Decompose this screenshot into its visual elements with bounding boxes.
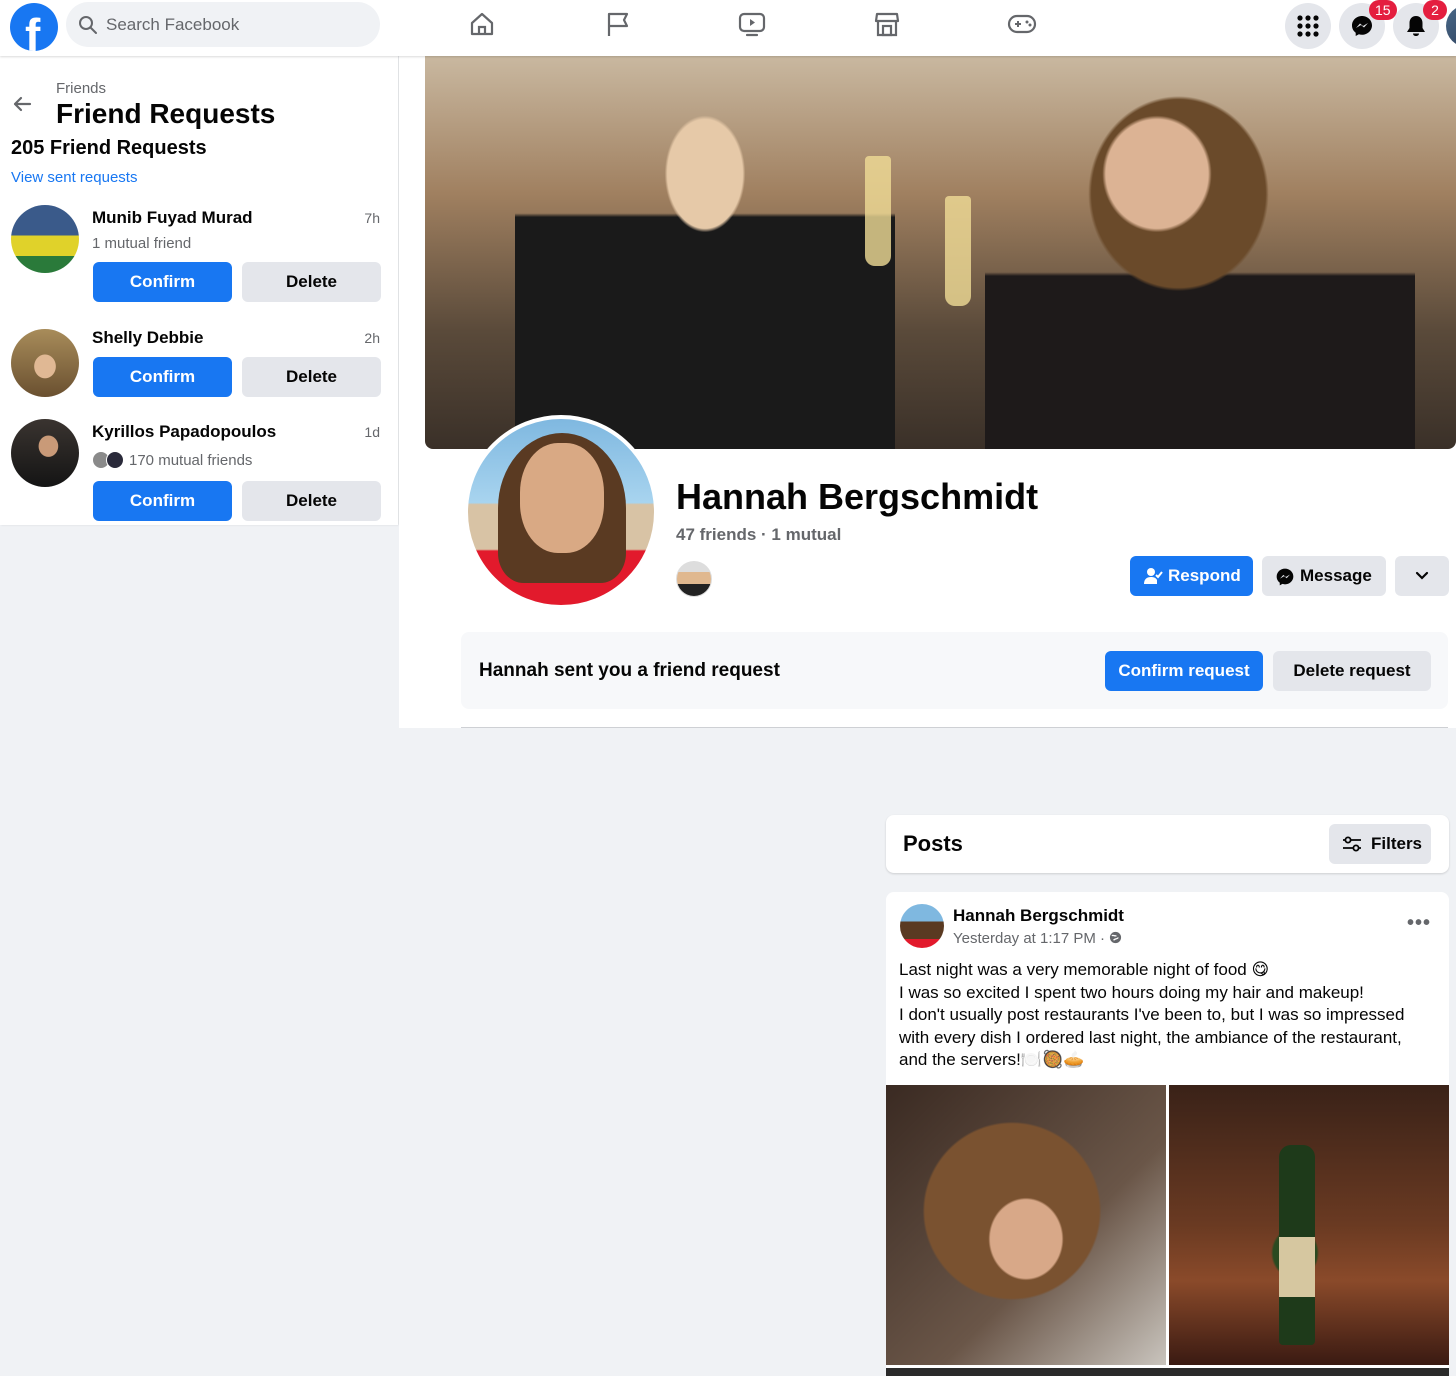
requester-name[interactable]: Munib Fuyad Murad	[92, 208, 253, 228]
confirm-request-button[interactable]: Confirm request	[1105, 651, 1263, 691]
avatar[interactable]	[11, 205, 79, 273]
notifications-button[interactable]: 2	[1393, 0, 1447, 49]
filters-button[interactable]: Filters	[1329, 824, 1431, 864]
avatar[interactable]	[900, 904, 944, 948]
mutual-friend-avatar[interactable]	[676, 561, 712, 597]
menu-grid-icon	[1297, 15, 1319, 37]
panel-title: Friend Requests	[56, 98, 276, 129]
post-photo[interactable]	[886, 1085, 1166, 1365]
delete-button[interactable]: Delete	[242, 262, 381, 302]
chevron-down-icon	[1415, 571, 1429, 580]
messenger-icon	[1276, 568, 1294, 586]
back-arrow-icon[interactable]	[10, 92, 34, 116]
mutual-friend-avatar	[106, 451, 124, 469]
search-box[interactable]	[66, 2, 380, 47]
notifications-badge: 2	[1423, 0, 1447, 20]
friend-request-banner: Hannah sent you a friend request Confirm…	[461, 632, 1448, 709]
messenger-badge: 15	[1369, 0, 1397, 20]
globe-icon	[1110, 931, 1122, 944]
filters-icon	[1343, 836, 1361, 852]
post-card: Hannah Bergschmidt Yesterday at 1:17 PM …	[886, 892, 1449, 1376]
mutual-friends[interactable]: 170 mutual friends	[129, 452, 252, 469]
request-message: Hannah sent you a friend request	[479, 660, 780, 681]
messenger-icon	[1352, 16, 1372, 36]
request-time: 1d	[364, 424, 380, 440]
search-icon	[79, 16, 97, 34]
profile-name: Hannah Bergschmidt	[676, 476, 1039, 517]
menu-grid-button[interactable]	[1285, 3, 1331, 49]
post-options-button[interactable]: •••	[1407, 912, 1431, 935]
cover-photo[interactable]	[425, 56, 1456, 449]
watch-icon[interactable]	[738, 10, 768, 40]
message-button[interactable]: Message	[1262, 556, 1386, 596]
delete-button[interactable]: Delete	[242, 481, 381, 521]
friend-requests-panel: Friends Friend Requests 205 Friend Reque…	[0, 56, 398, 525]
respond-button[interactable]: Respond	[1130, 556, 1253, 596]
more-options-button[interactable]	[1395, 556, 1449, 596]
mutual-friends[interactable]: 1 mutual friend	[92, 235, 191, 252]
search-input[interactable]	[106, 2, 366, 47]
confirm-button[interactable]: Confirm	[93, 481, 232, 521]
request-count: 205 Friend Requests	[11, 137, 207, 159]
divider	[461, 727, 1448, 728]
gaming-icon[interactable]	[1007, 10, 1037, 40]
request-time: 7h	[364, 210, 380, 226]
breadcrumb[interactable]: Friends	[56, 80, 106, 97]
confirm-button[interactable]: Confirm	[93, 357, 232, 397]
avatar[interactable]	[11, 419, 79, 487]
posts-header: Posts Filters	[886, 815, 1449, 873]
request-time: 2h	[364, 330, 380, 346]
post-text: Last night was a very memorable night of…	[899, 960, 1405, 1069]
post-author[interactable]: Hannah Bergschmidt	[953, 906, 1124, 926]
bell-icon	[1407, 16, 1425, 36]
view-sent-requests-link[interactable]: View sent requests	[11, 169, 137, 186]
marketplace-icon[interactable]	[873, 10, 903, 40]
post-timestamp[interactable]: Yesterday at 1:17 PM ·	[953, 930, 1122, 947]
account-avatar[interactable]	[1446, 5, 1456, 47]
posts-title: Posts	[903, 831, 963, 856]
profile-picture[interactable]	[464, 415, 658, 609]
requester-name[interactable]: Shelly Debbie	[92, 328, 203, 348]
person-check-icon	[1144, 568, 1163, 584]
facebook-logo[interactable]: f	[10, 3, 58, 51]
friends-count[interactable]: 47 friends · 1 mutual	[676, 525, 841, 545]
messenger-button[interactable]: 15	[1339, 0, 1397, 49]
avatar[interactable]	[11, 329, 79, 397]
delete-request-button[interactable]: Delete request	[1273, 651, 1431, 691]
post-photo-row[interactable]	[886, 1368, 1449, 1376]
confirm-button[interactable]: Confirm	[93, 262, 232, 302]
home-icon[interactable]	[468, 10, 498, 40]
flag-icon[interactable]	[604, 10, 634, 40]
top-navigation-bar: f 15 2	[0, 0, 1456, 56]
delete-button[interactable]: Delete	[242, 357, 381, 397]
requester-name[interactable]: Kyrillos Papadopoulos	[92, 422, 276, 442]
